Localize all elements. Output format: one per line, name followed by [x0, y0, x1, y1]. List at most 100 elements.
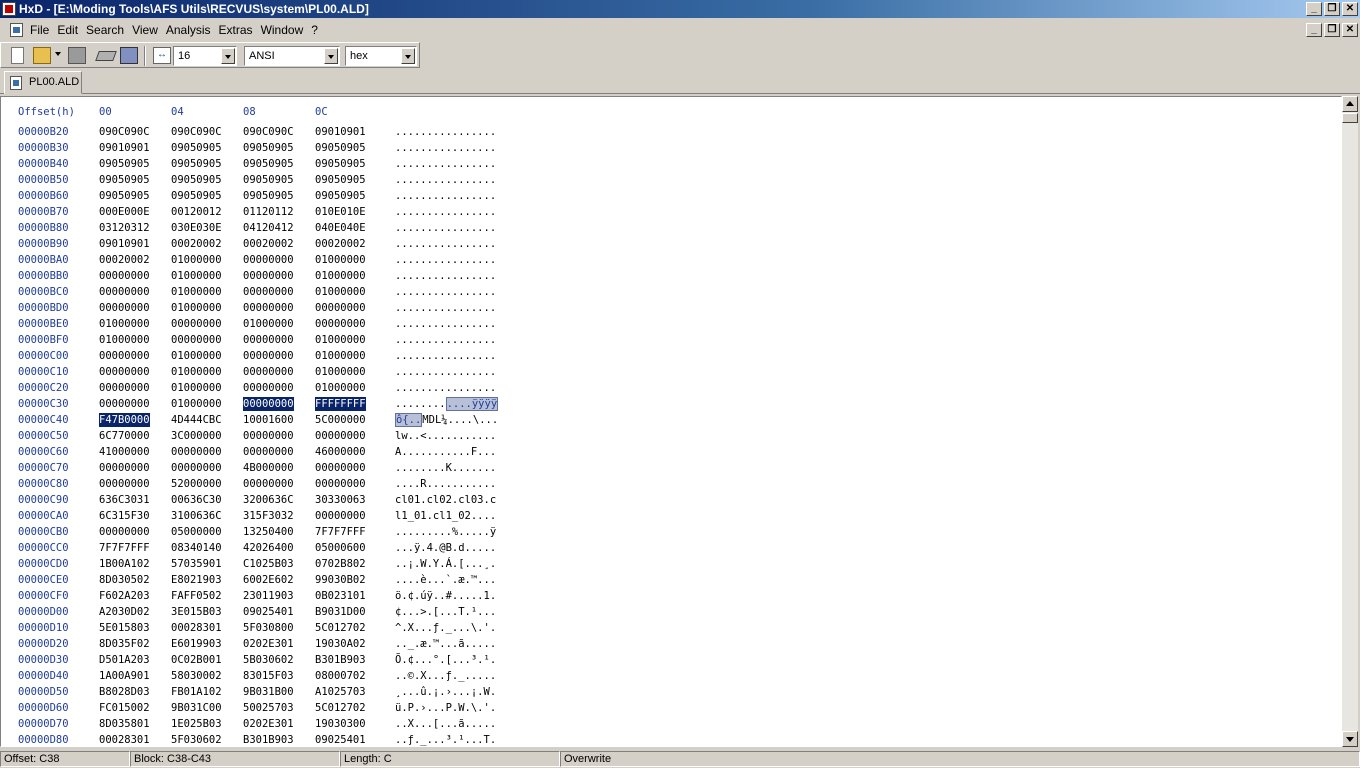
hex-cell[interactable]: 09050905	[171, 141, 222, 155]
hex-cell[interactable]: 10001600	[243, 413, 294, 427]
hex-cell[interactable]: 09050905	[315, 141, 366, 155]
hex-cell[interactable]: 01000000	[315, 333, 366, 347]
chevron-down-icon[interactable]	[401, 48, 415, 64]
hex-cell[interactable]: 01000000	[315, 285, 366, 299]
hex-cell[interactable]: 3100636C	[171, 509, 222, 523]
hex-cell[interactable]: 00020002	[171, 237, 222, 251]
hex-cell[interactable]: 00000000	[99, 525, 150, 539]
text-column[interactable]: Õ.¢...°.[...³.¹.	[395, 653, 496, 667]
hex-cell[interactable]: 09010901	[315, 125, 366, 139]
hex-cell[interactable]: 01000000	[315, 349, 366, 363]
hex-cell[interactable]: 0702B802	[315, 557, 366, 571]
hex-cell[interactable]: 00028301	[99, 733, 150, 746]
hex-cell[interactable]: 00000000	[99, 285, 150, 299]
hex-cell[interactable]: B9031D00	[315, 605, 366, 619]
hex-cell[interactable]: 3C000000	[171, 429, 222, 443]
hex-cell[interactable]: 13250400	[243, 525, 294, 539]
hex-cell[interactable]: E8021903	[171, 573, 222, 587]
hex-cell[interactable]: 00020002	[315, 237, 366, 251]
hex-cell[interactable]: 09050905	[171, 173, 222, 187]
hex-cell[interactable]: B301B903	[243, 733, 294, 746]
hex-cell[interactable]: 090C090C	[171, 125, 222, 139]
hex-cell[interactable]: 01000000	[171, 349, 222, 363]
minimize-button[interactable]: _	[1306, 2, 1322, 16]
hex-cell[interactable]: 00000000	[243, 269, 294, 283]
hex-cell[interactable]: 01000000	[171, 381, 222, 395]
hex-cell[interactable]: 5F030602	[171, 733, 222, 746]
text-column[interactable]: ô{..MDL¼....\...	[395, 413, 498, 427]
hex-editor[interactable]: Offset(h) 00 04 08 0C 00000B20 090C090C 09…	[0, 96, 1342, 747]
text-column[interactable]: A...........F...	[395, 445, 496, 459]
hex-cell[interactable]: 5B030602	[243, 653, 294, 667]
menu-item-extras[interactable]: Extras	[219, 23, 259, 37]
hex-cell[interactable]: 00000000	[99, 365, 150, 379]
text-column[interactable]: ¢...>.[...T.¹...	[395, 605, 496, 619]
hex-cell[interactable]: 7F7F7FFF	[315, 525, 366, 539]
open-disk-icon[interactable]	[120, 47, 138, 64]
charset-select[interactable]: ANSI	[244, 46, 340, 66]
hex-cell[interactable]: C1025B03	[243, 557, 294, 571]
hex-cell[interactable]: 00000000	[243, 477, 294, 491]
hex-cell[interactable]: FAFF0502	[171, 589, 222, 603]
hex-cell[interactable]: E6019903	[171, 637, 222, 651]
text-column[interactable]: ................	[395, 285, 496, 299]
text-column[interactable]: ................	[395, 381, 496, 395]
text-column[interactable]: ................	[395, 253, 496, 267]
hex-cell[interactable]: 09050905	[99, 173, 150, 187]
hex-cell[interactable]: 09025401	[243, 605, 294, 619]
hex-cell[interactable]: 01000000	[99, 333, 150, 347]
chevron-down-icon[interactable]	[324, 48, 338, 64]
menu-item-help[interactable]: ?	[311, 23, 324, 37]
hex-cell[interactable]: 01000000	[171, 253, 222, 267]
open-ram-icon[interactable]	[95, 51, 117, 61]
hex-cell[interactable]: 01000000	[315, 253, 366, 267]
hex-cell[interactable]: 00000000	[243, 381, 294, 395]
text-column[interactable]: lw..<...........	[395, 429, 496, 443]
text-column[interactable]: ....è...`.æ.™...	[395, 573, 496, 587]
text-column[interactable]: ..©.X...ƒ._.....	[395, 669, 496, 683]
text-selection[interactable]: ô{..	[395, 413, 423, 427]
hex-cell[interactable]: 83015F03	[243, 669, 294, 683]
menu-item-search[interactable]: Search	[86, 23, 130, 37]
text-column[interactable]: ................	[395, 157, 496, 171]
text-column[interactable]: ..¡.W.Y.Á.[...¸.	[395, 557, 496, 571]
text-column[interactable]: ü.P.›...P.W.\.'.	[395, 701, 496, 715]
text-column[interactable]: ^.X...ƒ._...\.'.	[395, 621, 496, 635]
hex-cell[interactable]: 0B023101	[315, 589, 366, 603]
hex-cell[interactable]: 1B00A102	[99, 557, 150, 571]
text-column[interactable]: ¸...û.¡.›...¡.W.	[395, 685, 496, 699]
hex-cell[interactable]: 00636C30	[171, 493, 222, 507]
open-file-icon[interactable]	[33, 47, 51, 64]
hex-cell[interactable]: 01000000	[315, 381, 366, 395]
hex-cell[interactable]: 01000000	[243, 317, 294, 331]
hex-cell[interactable]: 00000000	[243, 285, 294, 299]
hex-cell[interactable]: 42026400	[243, 541, 294, 555]
text-column[interactable]: ................	[395, 333, 496, 347]
text-column[interactable]: ................	[395, 269, 496, 283]
hex-cell[interactable]: 00000000	[315, 429, 366, 443]
hex-cell[interactable]: 9B031B00	[243, 685, 294, 699]
hex-cell[interactable]: 99030B02	[315, 573, 366, 587]
hex-cell[interactable]: 030E030E	[171, 221, 222, 235]
text-column[interactable]: ö.¢.úÿ..#.....1.	[395, 589, 496, 603]
offset-base-select[interactable]: hex	[345, 46, 417, 66]
hex-cell[interactable]: 0202E301	[243, 717, 294, 731]
text-column[interactable]: ........K.......	[395, 461, 496, 475]
text-column[interactable]: ................	[395, 141, 496, 155]
hex-cell[interactable]: 09050905	[243, 157, 294, 171]
hex-cell[interactable]: 09010901	[99, 237, 150, 251]
hex-cell[interactable]: 23011903	[243, 589, 294, 603]
hex-cell[interactable]: FFFFFFFF	[315, 397, 366, 411]
hex-cell[interactable]: 00000000	[315, 317, 366, 331]
open-dropdown-icon[interactable]	[55, 52, 61, 56]
hex-cell[interactable]: 41000000	[99, 445, 150, 459]
hex-cell[interactable]: 09010901	[99, 141, 150, 155]
doc-minimize-button[interactable]: _	[1306, 23, 1322, 37]
text-column[interactable]: ................	[395, 349, 496, 363]
hex-cell[interactable]: 08340140	[171, 541, 222, 555]
hex-cell[interactable]: 01000000	[171, 397, 222, 411]
hex-cell[interactable]: 5C012702	[315, 701, 366, 715]
hex-cell[interactable]: 00000000	[99, 301, 150, 315]
hex-cell[interactable]: 4D444CBC	[171, 413, 222, 427]
hex-cell[interactable]: 50025703	[243, 701, 294, 715]
